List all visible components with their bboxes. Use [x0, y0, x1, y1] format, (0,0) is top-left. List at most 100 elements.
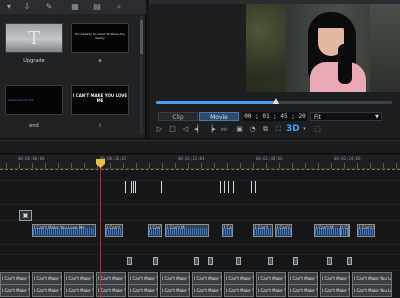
text-clip[interactable]: I Can't Make You Love Me - Bon Iver	[160, 284, 190, 297]
clip-mode-button[interactable]: Clip	[158, 112, 198, 121]
title-clip[interactable]	[268, 257, 273, 265]
video-preview[interactable]	[246, 4, 400, 92]
text-clip[interactable]: I Can't Make You Love Me - Bon Iver	[192, 284, 222, 297]
subtitle-marker[interactable]	[161, 181, 162, 193]
title-clip[interactable]	[127, 257, 132, 265]
stop-icon[interactable]: □	[168, 124, 177, 134]
subtitle-marker[interactable]	[133, 181, 134, 193]
subtitle-marker[interactable]	[228, 181, 229, 193]
title-clip[interactable]	[194, 257, 199, 265]
title-clip[interactable]	[347, 257, 352, 265]
preview-seek-bar[interactable]	[156, 98, 392, 104]
clip-label: I Can't Make You Love Me - Bon Iver	[98, 276, 126, 281]
text-clip[interactable]: I Can't Make You Love Me - Bon Iver	[0, 284, 30, 297]
settings-icon[interactable]: ✎	[44, 2, 54, 12]
clip-label: I Can't Make You Love Me - Bon Iver	[130, 276, 158, 281]
ruler-tick	[357, 163, 358, 168]
tile-caption: a	[98, 58, 102, 64]
play-icon[interactable]: ▷	[155, 124, 164, 134]
ruler-tick	[279, 163, 280, 168]
ruler-tick	[227, 163, 228, 168]
clip-label: I Can't M	[316, 225, 334, 230]
ruler-tick	[84, 163, 85, 168]
clip-label: I Can't Make You Love Me - Bon Iver	[98, 288, 126, 293]
movie-mode-button[interactable]: Movie	[199, 112, 239, 121]
clip-label: I Can't Make You Love Me - Bon Iver	[290, 276, 318, 281]
zoom-fit-select[interactable]: Fit ▼	[310, 112, 382, 121]
timeline-tracks: I Can't Make You Love Me I Can't I Can't I …	[0, 170, 400, 298]
video-clip-thumbnail[interactable]: ▣	[19, 210, 32, 221]
library-scrollbar[interactable]	[140, 16, 143, 134]
ruler-tick	[58, 163, 59, 168]
subtitle-marker[interactable]	[233, 181, 234, 193]
library-tile-end[interactable]: Lorem Ipsum Tlit end	[5, 85, 63, 129]
title-clip[interactable]	[153, 257, 158, 265]
undock-icon[interactable]: ⧉	[261, 124, 270, 134]
library-tile-upgrade[interactable]: T Upgrade	[5, 23, 63, 64]
text-clip[interactable]: I Can't Make You Love Me - Bon Iver	[352, 284, 392, 297]
ruler-tick	[331, 163, 332, 168]
rewind-icon[interactable]: ◂▏	[194, 124, 203, 134]
text-clip[interactable]: I Can't Make You Love Me - Bon Iver	[320, 284, 350, 297]
previous-frame-icon[interactable]: ◁	[181, 124, 190, 134]
3d-toggle-icon[interactable]: 3D	[286, 124, 300, 134]
clip-label: I Can't Make You Love Me - Bon Iver	[66, 288, 94, 293]
text-clip[interactable]: I Can't Make You Love Me - Bon Iver	[256, 284, 286, 297]
subtitle-marker[interactable]	[220, 181, 221, 193]
seek-bar-handle[interactable]	[273, 98, 280, 104]
timecode-display[interactable]: 00 ; 01 ; 45 ; 20	[243, 112, 307, 121]
filter-icon[interactable]: ▤	[92, 2, 102, 12]
clip-label: I Can't Make You Love Me - Bon Iver	[34, 288, 62, 293]
audio-clip[interactable]: I Can't M	[165, 224, 209, 237]
tile-caption: i	[99, 123, 101, 129]
clip-label: I Can't Make You Love Me - Bon Iver	[354, 276, 391, 281]
text-clip[interactable]: I Can't Make You Love Me - Bon Iver	[224, 284, 254, 297]
audio-clip[interactable]: I Can't Ma	[357, 224, 375, 237]
ruler-tick	[45, 163, 46, 168]
subtitle-marker[interactable]	[125, 181, 126, 193]
title-clip[interactable]	[327, 257, 332, 265]
timeline-ruler[interactable]: 00;00;00;00 00;00;36;02 00;01;12;04 00;01;4…	[0, 155, 400, 169]
text-clip[interactable]: I Can't Make You Love Me - Bon Iver	[128, 284, 158, 297]
3d-options-icon[interactable]: ▾	[300, 124, 309, 134]
audio-clip[interactable]: I Can't	[253, 224, 273, 237]
library-tile-a[interactable]: It's Already So Good Ta Show You Glorily…	[71, 23, 129, 64]
subtitle-marker[interactable]	[255, 181, 256, 193]
title-clip[interactable]	[293, 257, 298, 265]
grid-view-icon[interactable]: ▦	[70, 2, 80, 12]
audio-clip[interactable]: I Can't	[340, 224, 349, 237]
text-clip[interactable]: I Can't Make You Love Me - Bon Iver	[32, 284, 62, 297]
fast-forward-icon[interactable]: ▹▹	[220, 124, 229, 134]
ruler-tick	[305, 163, 306, 168]
text-clip[interactable]: I Can't Make You Love Me - Bon Iver	[288, 284, 318, 297]
library-tile-i[interactable]: I CAN'T MAKE YOU LOVE ME i	[71, 85, 129, 129]
search-icon[interactable]: ⌕	[114, 2, 124, 12]
display-mode-icon[interactable]: ⬚	[313, 124, 322, 134]
clip-label: I Can't	[150, 225, 162, 230]
audio-clip[interactable]: I Can't Make You Love Me	[32, 224, 96, 237]
next-frame-icon[interactable]: ▕▸	[207, 124, 216, 134]
audio-clip[interactable]: I Can't	[148, 224, 162, 237]
title-clip[interactable]	[236, 257, 241, 265]
import-icon[interactable]: ⇩	[22, 2, 32, 12]
ruler-tick	[344, 163, 345, 168]
tile-thumbnail: Lorem Ipsum Tlit	[5, 85, 63, 115]
audio-clip[interactable]: I Can't	[105, 224, 123, 237]
volume-icon[interactable]: ◔	[248, 124, 257, 134]
snapshot-icon[interactable]: ▣	[235, 124, 244, 134]
ruler-tick	[136, 163, 137, 168]
subtitle-marker[interactable]	[224, 181, 225, 193]
subtitle-marker[interactable]	[131, 181, 132, 193]
subtitle-marker[interactable]	[135, 181, 136, 193]
audio-clip[interactable]: I Can't	[275, 224, 292, 237]
title-clip[interactable]	[208, 257, 213, 265]
audio-clip[interactable]: I Can't	[222, 224, 233, 237]
playhead-line[interactable]	[100, 168, 101, 298]
fullscreen-icon[interactable]: ⛶	[274, 124, 283, 134]
dropdown-icon[interactable]: ▾	[4, 2, 14, 12]
subtitle-marker[interactable]	[251, 181, 252, 193]
ruler-time-label: 00;02;24;08	[334, 156, 361, 161]
clip-label: I Can't	[255, 225, 268, 230]
text-clip[interactable]: I Can't Make You Love Me - Bon Iver	[64, 284, 94, 297]
seek-bar-fill	[156, 101, 277, 104]
